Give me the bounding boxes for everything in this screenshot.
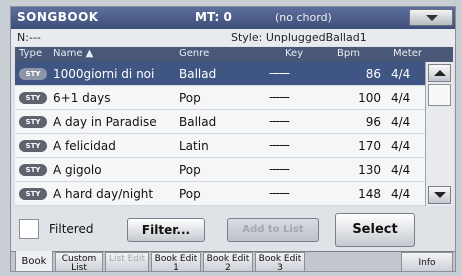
info-row: N:--- Style: UnpluggedBallad1 (11, 29, 455, 46)
entry-number: N:--- (17, 31, 41, 44)
song-meter: 4/4 (391, 91, 411, 105)
sty-badge: STY (19, 68, 47, 80)
song-genre: Pop (179, 91, 201, 105)
tab-book-edit-1[interactable]: Book Edit 1 (151, 252, 201, 271)
song-name: A gigolo (53, 163, 102, 177)
list-item[interactable]: STY 1000giorni di noi Ballad ------ 86 4… (15, 62, 425, 86)
mt-indicator: MT: 0 (195, 10, 232, 24)
tab-info[interactable]: Info (401, 252, 453, 271)
sty-badge: STY (19, 140, 47, 152)
tab-book[interactable]: Book (15, 251, 53, 271)
list-item[interactable]: STY A hard day/night Pop ------ 148 4/4 (15, 182, 425, 206)
song-bpm: 86 (365, 67, 381, 81)
song-bpm: 96 (365, 115, 381, 129)
scroll-up-button[interactable] (428, 64, 451, 82)
song-meter: 4/4 (391, 139, 411, 153)
sty-badge: STY (19, 92, 47, 104)
list-item[interactable]: STY A felicidad Latin ------ 170 4/4 (15, 134, 425, 158)
column-meter[interactable]: Meter (393, 48, 422, 59)
arrow-down-icon (434, 192, 446, 198)
song-genre: Pop (179, 187, 201, 201)
tab-custom-list[interactable]: Custom List (55, 252, 103, 271)
song-bpm: 170 (358, 139, 381, 153)
song-key: ------ (269, 138, 290, 152)
sty-badge: STY (19, 188, 47, 200)
song-name: A felicidad (53, 139, 116, 153)
scroll-down-button[interactable] (428, 186, 451, 204)
page-menu-button[interactable] (409, 9, 453, 26)
song-key: ------ (269, 162, 290, 176)
song-meter: 4/4 (391, 187, 411, 201)
header-bar: SONGBOOK MT: 0 (no chord) (11, 7, 455, 29)
filtered-checkbox[interactable] (19, 219, 39, 239)
tab-book-edit-2[interactable]: Book Edit 2 (203, 252, 253, 271)
chord-indicator: (no chord) (275, 11, 332, 24)
song-bpm: 148 (358, 187, 381, 201)
column-name[interactable]: Name ▲ (53, 48, 93, 59)
add-to-list-button[interactable]: Add to List (227, 218, 319, 242)
song-genre: Ballad (179, 115, 217, 129)
list-item[interactable]: STY A gigolo Pop ------ 130 4/4 (15, 158, 425, 182)
song-bpm: 130 (358, 163, 381, 177)
song-genre: Ballad (179, 67, 217, 81)
list-item[interactable]: STY 6+1 days Pop ------ 100 4/4 (15, 86, 425, 110)
song-name: A hard day/night (53, 187, 154, 201)
song-key: ------ (269, 66, 290, 80)
tab-list-edit[interactable]: List Edit (105, 252, 149, 271)
song-genre: Pop (179, 163, 201, 177)
list-scrollbar[interactable] (425, 62, 453, 206)
song-name: 6+1 days (53, 91, 111, 105)
song-bpm: 100 (358, 91, 381, 105)
filter-button[interactable]: Filter... (127, 218, 205, 242)
song-key: ------ (269, 90, 290, 104)
tab-book-edit-3[interactable]: Book Edit 3 (255, 252, 305, 271)
bottom-controls: Filtered Filter... Add to List Select (11, 209, 455, 251)
filtered-label: Filtered (49, 222, 94, 236)
song-key: ------ (269, 186, 290, 200)
scroll-thumb[interactable] (428, 84, 451, 106)
column-type[interactable]: Type (19, 48, 42, 59)
column-bpm[interactable]: Bpm (337, 48, 360, 59)
select-button[interactable]: Select (335, 213, 415, 247)
song-name: A day in Paradise (53, 115, 157, 129)
song-list: STY 1000giorni di noi Ballad ------ 86 4… (15, 62, 425, 206)
style-name: Style: UnpluggedBallad1 (231, 31, 367, 44)
tab-bar: Book Custom List List Edit Book Edit 1 B… (11, 251, 455, 271)
list-item[interactable]: STY A day in Paradise Ballad ------ 96 4… (15, 110, 425, 134)
song-name: 1000giorni di noi (53, 67, 155, 81)
song-meter: 4/4 (391, 115, 411, 129)
column-genre[interactable]: Genre (179, 48, 209, 59)
songbook-screen: SONGBOOK MT: 0 (no chord) N:--- Style: U… (10, 6, 456, 272)
song-meter: 4/4 (391, 163, 411, 177)
song-meter: 4/4 (391, 67, 411, 81)
arrow-up-icon (434, 70, 446, 76)
song-genre: Latin (179, 139, 209, 153)
page-title: SONGBOOK (17, 10, 99, 24)
column-key[interactable]: Key (285, 48, 303, 59)
sty-badge: STY (19, 116, 47, 128)
sty-badge: STY (19, 164, 47, 176)
song-key: ------ (269, 114, 290, 128)
list-header: Type Name ▲ Genre Key Bpm Meter (15, 47, 453, 62)
chevron-down-icon (426, 15, 438, 21)
